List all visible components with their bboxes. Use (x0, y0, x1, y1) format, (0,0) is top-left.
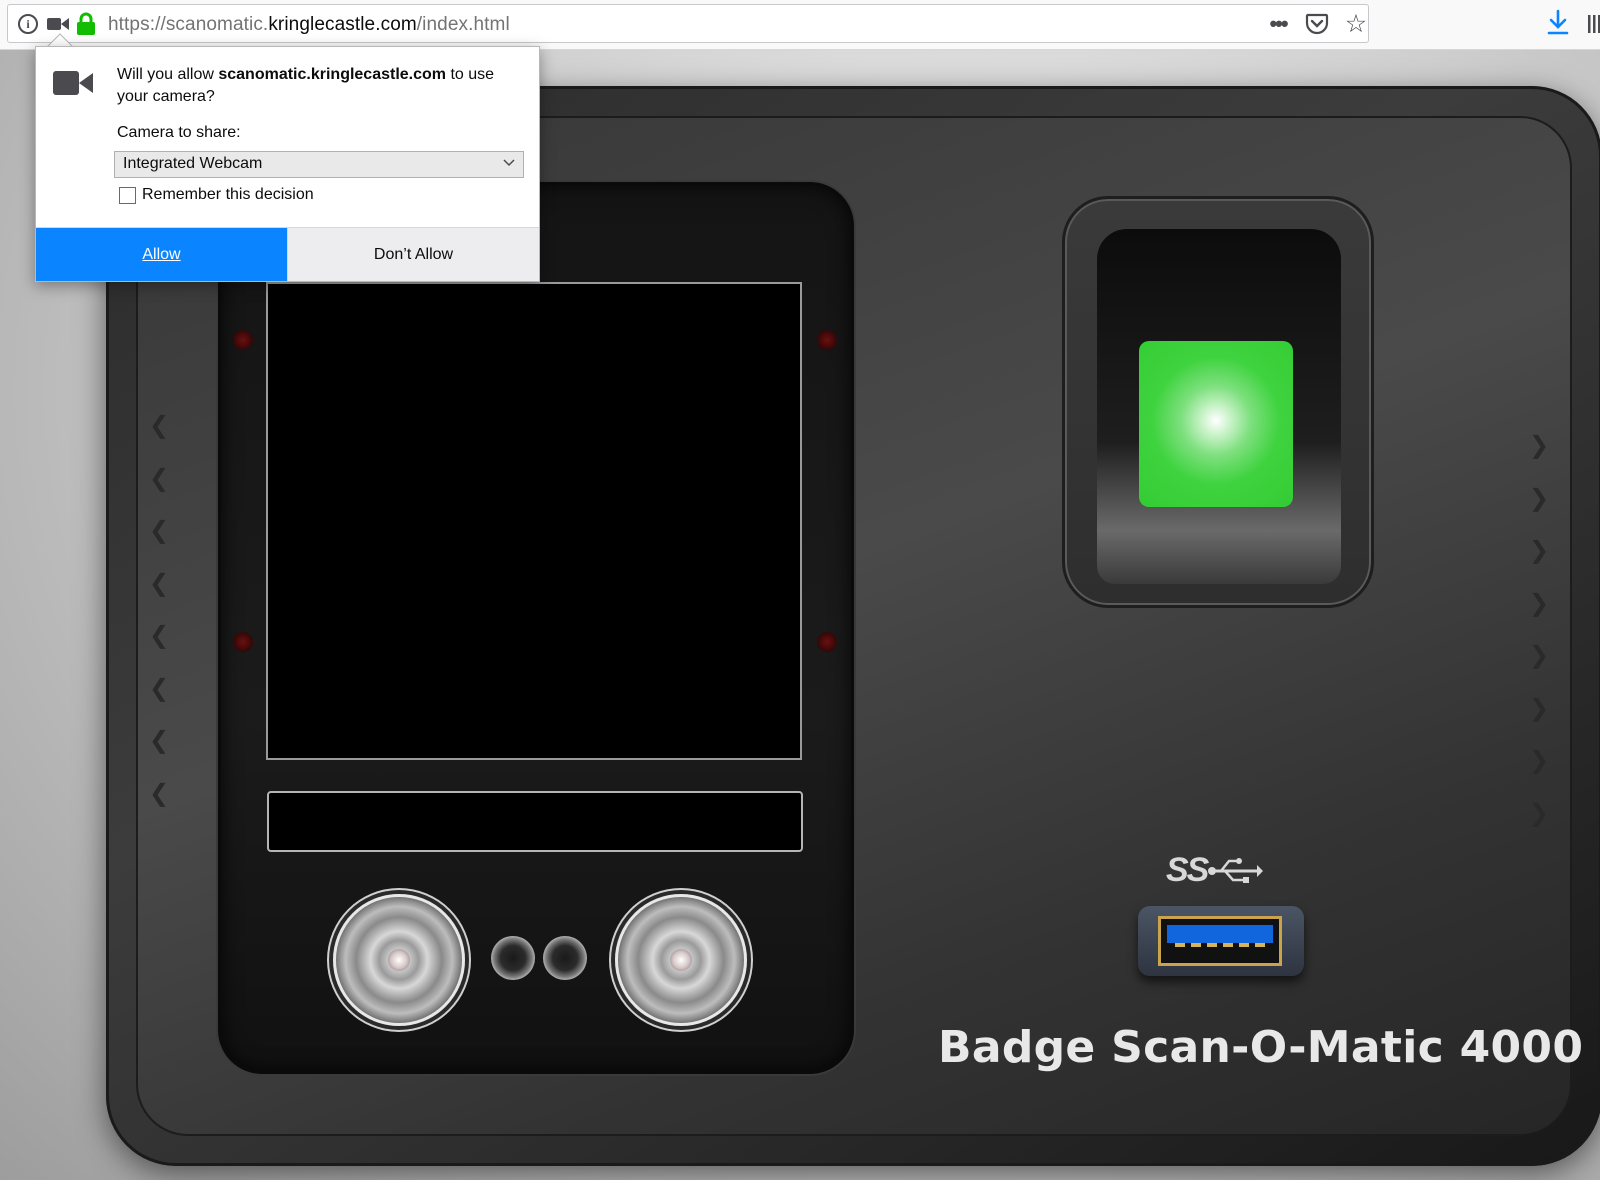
fingerprint-pad[interactable] (1139, 341, 1293, 507)
site-info-icon[interactable]: i (18, 14, 38, 34)
right-grip-chevrons: ❮ ❮ ❮ ❮ ❮ ❮ ❮ ❮ (1528, 432, 1550, 827)
permission-message: Will you allow scanomatic.kringlecastle.… (117, 66, 495, 105)
sensor-left (491, 936, 535, 980)
ir-led (233, 632, 253, 652)
device-model-label: Badge Scan-O-Matic 4000 (938, 1022, 1584, 1073)
usb-trident-icon (1208, 858, 1264, 883)
usb-port[interactable] (1138, 906, 1304, 976)
usb-pins (1175, 943, 1267, 947)
badge-readout-display (267, 791, 803, 852)
camera-select[interactable]: Integrated Webcam (114, 151, 524, 178)
allow-button[interactable]: Allow (36, 228, 287, 281)
page-actions-menu-icon[interactable]: ••• (1264, 11, 1292, 36)
camera-to-share-label: Camera to share: (117, 124, 241, 141)
usb-slot (1158, 916, 1282, 966)
sensor-right (543, 936, 587, 980)
library-icon[interactable] (1587, 12, 1600, 36)
prompt-buttons: Allow Don’t Allow (36, 227, 539, 281)
ir-led (817, 330, 837, 350)
url-text[interactable]: https://scanomatic.kringlecastle.com/ind… (108, 14, 510, 36)
lock-icon[interactable] (75, 12, 97, 36)
ir-led (817, 632, 837, 652)
camera-permission-icon[interactable] (46, 15, 70, 33)
bookmark-star-icon[interactable]: ☆ (1343, 10, 1369, 38)
dont-allow-button[interactable]: Don’t Allow (287, 228, 539, 281)
usb-tongue (1167, 925, 1273, 943)
remember-label: Remember this decision (142, 186, 314, 203)
left-grip-chevrons: ❮ ❮ ❮ ❮ ❮ ❮ ❮ ❮ (148, 412, 170, 807)
camera-select-value: Integrated Webcam (123, 155, 263, 172)
remember-checkbox[interactable] (119, 186, 136, 204)
camera-permission-prompt: Will you allow scanomatic.kringlecastle.… (35, 46, 540, 282)
address-bar[interactable]: i https://scanomatic.kringlecastle.com/i… (7, 4, 1369, 43)
right-camera-lens (615, 894, 747, 1026)
camera-icon (52, 67, 94, 99)
browser-toolbar: i https://scanomatic.kringlecastle.com/i… (0, 0, 1600, 50)
ir-led (233, 330, 253, 350)
downloads-icon[interactable] (1545, 8, 1571, 38)
webcam-video-screen (266, 282, 802, 760)
left-camera-lens (333, 894, 465, 1026)
pocket-icon[interactable] (1304, 12, 1330, 36)
remember-decision-option[interactable]: Remember this decision (119, 186, 314, 204)
chevron-down-icon (503, 155, 515, 170)
usb-superspeed-logo: SS (1166, 850, 1276, 890)
